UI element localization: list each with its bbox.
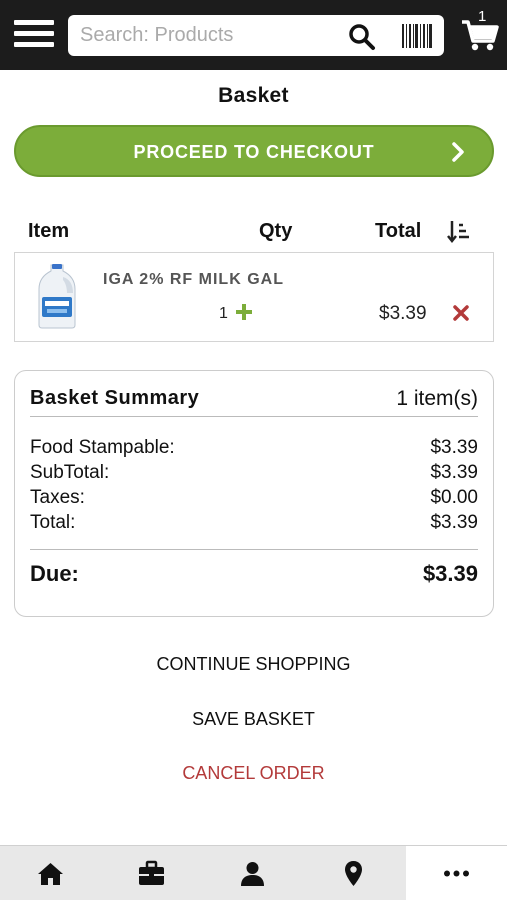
summary-row: SubTotal: $3.39 [30,462,478,484]
bottom-nav [0,845,507,900]
checkout-button-label: PROCEED TO CHECKOUT [133,142,375,162]
more-icon [444,870,469,877]
summary-value: $3.39 [430,437,478,458]
milk-jug-image [38,264,76,329]
search-box [68,15,444,56]
save-basket-link[interactable]: SAVE BASKET [0,709,507,730]
summary-value: $3.39 [430,512,478,533]
nav-locations[interactable] [303,846,404,900]
divider [30,416,478,417]
top-bar: 1 [0,0,507,70]
item-name: IGA 2% RF MILK GAL [103,271,284,288]
nav-briefcase[interactable] [101,846,202,900]
table-row: IGA 2% RF MILK GAL 1 $3.39 [14,252,494,342]
search-input[interactable] [80,15,340,56]
sort-icon[interactable] [447,219,471,243]
summary-label: Taxes: [30,487,85,508]
divider [30,549,478,550]
close-icon[interactable] [453,305,469,321]
search-icon[interactable] [348,23,376,51]
proceed-to-checkout-button[interactable]: PROCEED TO CHECKOUT [14,125,494,177]
cart-count-badge: 1 [478,8,487,25]
due-label: Due: [30,561,79,586]
summary-value: $0.00 [430,487,478,508]
summary-label: Food Stampable: [30,437,175,458]
summary-item-count: 1 item(s) [396,387,478,410]
plus-icon[interactable] [235,303,253,321]
barcode-icon[interactable] [402,24,432,48]
nav-home[interactable] [0,846,101,900]
nav-account[interactable] [202,846,303,900]
summary-value: $3.39 [430,462,478,483]
chevron-right-icon [452,142,464,162]
column-header-qty: Qty [259,220,293,242]
due-row: Due: $3.39 [30,561,478,587]
summary-row: Taxes: $0.00 [30,487,478,509]
column-header-total: Total [375,220,422,242]
column-header-item: Item [28,220,70,242]
page-title: Basket [218,84,289,107]
nav-more[interactable] [406,846,507,900]
summary-label: Total: [30,512,76,533]
continue-shopping-link[interactable]: CONTINUE SHOPPING [0,654,507,675]
summary-row: Food Stampable: $3.39 [30,437,478,459]
summary-row: Total: $3.39 [30,512,478,534]
basket-summary: Basket Summary 1 item(s) Food Stampable:… [14,370,494,617]
location-pin-icon [345,861,362,886]
menu-icon[interactable] [14,20,54,52]
summary-label: SubTotal: [30,462,110,483]
user-icon [241,862,264,886]
item-total: $3.39 [379,303,427,324]
summary-title: Basket Summary [30,387,200,409]
briefcase-icon [139,860,164,885]
due-value: $3.39 [422,561,478,586]
home-icon [38,863,63,885]
item-quantity: 1 [219,305,228,322]
cancel-order-link[interactable]: CANCEL ORDER [0,763,507,784]
